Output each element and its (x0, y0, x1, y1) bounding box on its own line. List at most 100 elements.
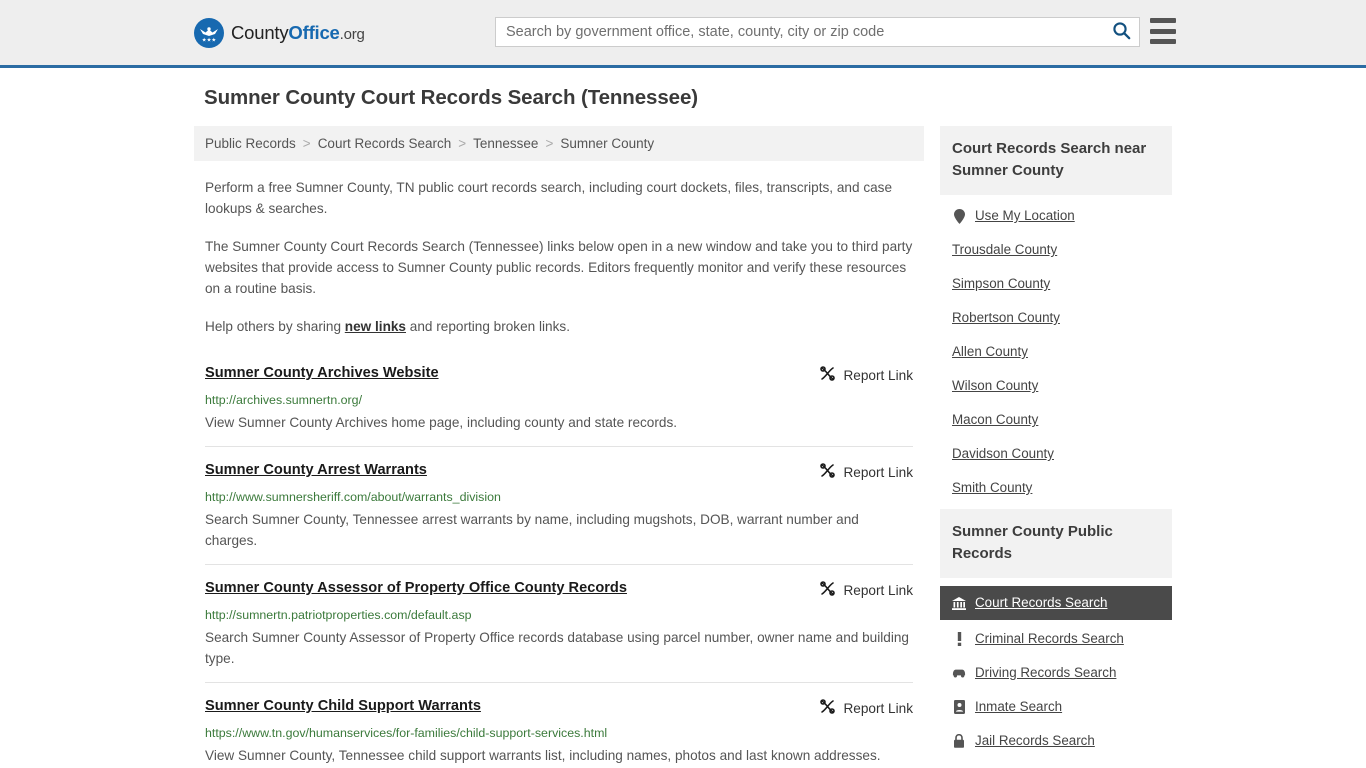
brand-part-office: Office (288, 21, 340, 43)
result-header: Sumner County Archives Website Report Li… (205, 364, 913, 385)
sidebar-item-label: Smith County (952, 480, 1033, 495)
result-title-link[interactable]: Sumner County Archives Website (205, 364, 439, 382)
breadcrumb-item-sumner-county[interactable]: Sumner County (560, 136, 654, 151)
breadcrumb-item-tennessee[interactable]: Tennessee (473, 136, 538, 151)
breadcrumb-item-court-records-search[interactable]: Court Records Search (318, 136, 452, 151)
sidebar-item-trousdale-county[interactable]: Trousdale County (940, 233, 1172, 267)
intro-text-post: and reporting broken links. (406, 319, 570, 334)
map-pin-icon (952, 208, 966, 224)
intro-paragraph-1: Perform a free Sumner County, TN public … (205, 180, 893, 216)
results-list: Sumner County Archives Website Report Li… (194, 356, 924, 768)
result-item: Sumner County Child Support Warrants Rep… (205, 682, 913, 768)
brand-part-tld: .org (339, 25, 365, 43)
search-bar[interactable] (495, 17, 1140, 47)
nearby-county-list: Use My Location Trousdale County Simpson… (940, 195, 1172, 505)
lock-icon (952, 734, 966, 748)
sidebar-item-label: Wilson County (952, 378, 1039, 393)
broken-link-icon (819, 698, 836, 718)
sidebar-item-court-records-search[interactable]: Court Records Search (940, 586, 1172, 620)
result-header: Sumner County Arrest Warrants Report Lin… (205, 461, 913, 482)
main-column: Public Records > Court Records Search > … (194, 126, 924, 768)
result-title-link[interactable]: Sumner County Assessor of Property Offic… (205, 579, 627, 597)
site-logo-text: CountyOffice.org (231, 22, 365, 44)
sidebar-item-label: Driving Records Search (975, 665, 1117, 680)
exclamation-icon (952, 632, 966, 646)
sidebar-item-simpson-county[interactable]: Simpson County (940, 267, 1172, 301)
svg-text:★★★: ★★★ (202, 37, 217, 43)
public-records-box: Sumner County Public Records Court Recor… (940, 509, 1172, 758)
sidebar-item-jail-records-search[interactable]: Jail Records Search (940, 724, 1172, 758)
report-link-button[interactable]: Report Link (819, 697, 913, 718)
public-records-list: Court Records Search Criminal Records Se… (940, 578, 1172, 758)
intro-section: Perform a free Sumner County, TN public … (194, 177, 924, 337)
result-title-link[interactable]: Sumner County Arrest Warrants (205, 461, 427, 479)
search-button[interactable] (1103, 18, 1139, 46)
result-header: Sumner County Child Support Warrants Rep… (205, 697, 913, 718)
eagle-seal-logo-icon: ★★★ (194, 17, 224, 48)
sidebar-item-label: Jail Records Search (975, 733, 1095, 748)
result-url: http://archives.sumnertn.org/ (205, 393, 363, 407)
result-description: Search Sumner County, Tennessee arrest w… (205, 512, 859, 548)
sidebar-item-label: Davidson County (952, 446, 1054, 461)
sidebar-item-wilson-county[interactable]: Wilson County (940, 369, 1172, 403)
broken-link-icon (819, 462, 836, 482)
result-url: http://www.sumnersheriff.com/about/warra… (205, 490, 501, 504)
sidebar-item-davidson-county[interactable]: Davidson County (940, 437, 1172, 471)
intro-text-pre: Help others by sharing (205, 319, 345, 334)
search-input[interactable] (496, 18, 1103, 46)
intro-paragraph-2: The Sumner County Court Records Search (… (205, 239, 913, 296)
site-logo-link[interactable]: ★★★ CountyOffice.org (194, 17, 365, 48)
id-card-icon (952, 700, 966, 714)
breadcrumb-separator: > (458, 136, 467, 151)
result-url: http://sumnertn.patriotproperties.com/de… (205, 608, 472, 622)
sidebar-item-inmate-search[interactable]: Inmate Search (940, 690, 1172, 724)
result-description: Search Sumner County Assessor of Propert… (205, 630, 909, 666)
sidebar-item-label: Criminal Records Search (975, 631, 1124, 646)
broken-link-icon (819, 580, 836, 600)
search-icon (1112, 21, 1131, 43)
page-title: Sumner County Court Records Search (Tenn… (204, 86, 698, 109)
sidebar-item-use-my-location[interactable]: Use My Location (940, 199, 1172, 233)
page-body: Sumner County Court Records Search (Tenn… (0, 68, 1366, 768)
report-link-label: Report Link (843, 464, 913, 480)
sidebar-item-label: Macon County (952, 412, 1039, 427)
brand-part-county: County (231, 21, 289, 43)
courthouse-icon (952, 596, 966, 610)
breadcrumb-item-public-records[interactable]: Public Records (205, 136, 296, 151)
new-links-link[interactable]: new links (345, 319, 406, 334)
sidebar-item-label: Court Records Search (975, 595, 1108, 610)
breadcrumb: Public Records > Court Records Search > … (194, 126, 924, 161)
sidebar-item-allen-county[interactable]: Allen County (940, 335, 1172, 369)
sidebar-item-driving-records-search[interactable]: Driving Records Search (940, 656, 1172, 690)
result-item: Sumner County Archives Website Report Li… (205, 356, 913, 446)
sidebar-item-smith-county[interactable]: Smith County (940, 471, 1172, 505)
sidebar-item-label: Trousdale County (952, 242, 1058, 257)
result-title-link[interactable]: Sumner County Child Support Warrants (205, 697, 481, 715)
sidebar-item-label: Use My Location (975, 208, 1075, 223)
public-records-heading: Sumner County Public Records (940, 509, 1172, 578)
report-link-label: Report Link (843, 582, 913, 598)
result-description: View Sumner County, Tennessee child supp… (205, 748, 881, 763)
result-url: https://www.tn.gov/humanservices/for-fam… (205, 726, 608, 740)
report-link-button[interactable]: Report Link (819, 579, 913, 600)
result-item: Sumner County Arrest Warrants Report Lin… (205, 446, 913, 564)
report-link-label: Report Link (843, 367, 913, 383)
result-description: View Sumner County Archives home page, i… (205, 415, 678, 430)
car-icon (952, 668, 966, 678)
breadcrumb-separator: > (302, 136, 311, 151)
sidebar-item-macon-county[interactable]: Macon County (940, 403, 1172, 437)
report-link-button[interactable]: Report Link (819, 364, 913, 385)
result-header: Sumner County Assessor of Property Offic… (205, 579, 913, 600)
sidebar-item-label: Simpson County (952, 276, 1051, 291)
hamburger-menu-icon[interactable] (1150, 18, 1176, 44)
content-columns: Public Records > Court Records Search > … (194, 126, 1366, 768)
sidebar-item-criminal-records-search[interactable]: Criminal Records Search (940, 622, 1172, 656)
breadcrumb-separator: > (545, 136, 554, 151)
report-link-button[interactable]: Report Link (819, 461, 913, 482)
sidebar: Court Records Search near Sumner County … (940, 126, 1172, 762)
sidebar-item-robertson-county[interactable]: Robertson County (940, 301, 1172, 335)
result-item: Sumner County Assessor of Property Offic… (205, 564, 913, 682)
intro-paragraph-3: Help others by sharing new links and rep… (205, 316, 913, 337)
nearby-search-box: Court Records Search near Sumner County … (940, 126, 1172, 505)
broken-link-icon (819, 365, 836, 385)
